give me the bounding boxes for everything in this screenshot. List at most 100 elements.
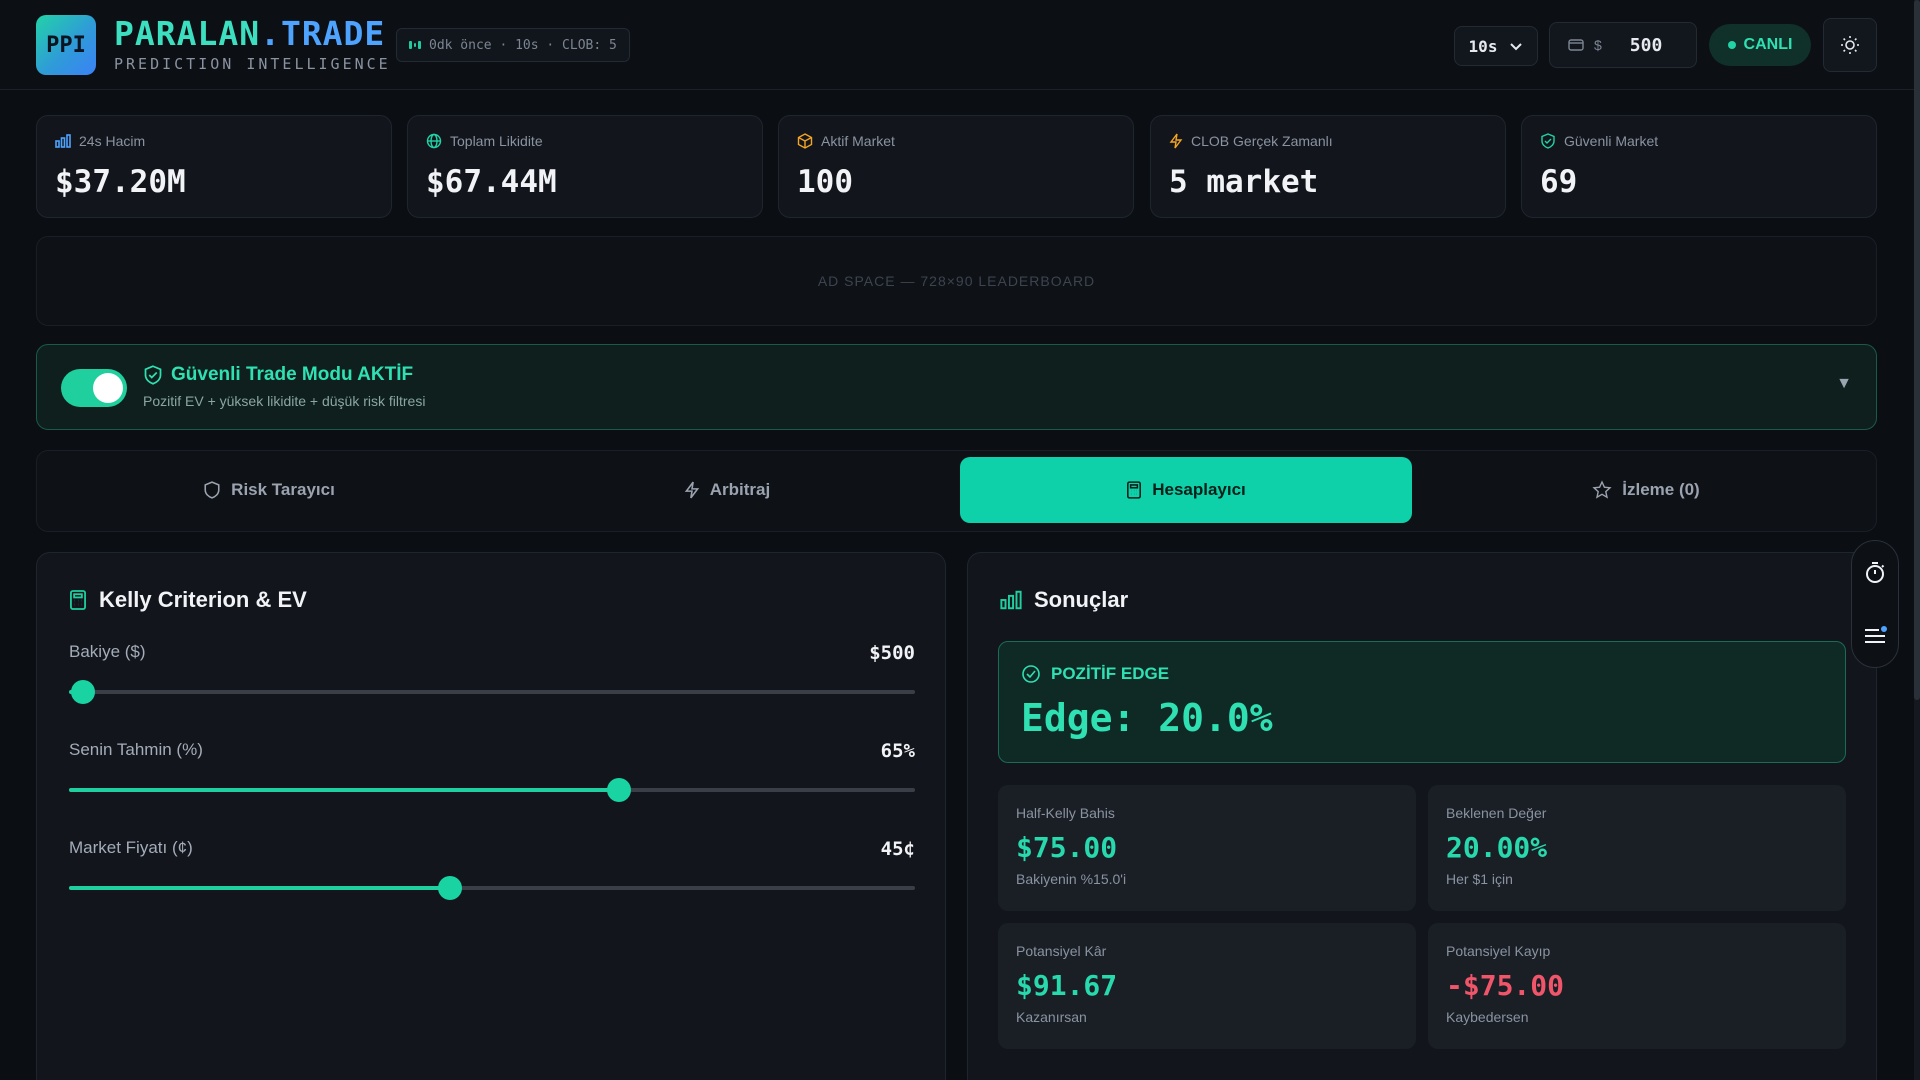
results-panel: Sonuçlar POZİTİF EDGE Edge: 20.0% Half-K… <box>967 552 1877 1080</box>
stat-label: Güvenli Market <box>1564 133 1659 149</box>
card-sub: Kazanırsan <box>1016 1009 1087 1025</box>
slider-value: $500 <box>869 642 915 664</box>
stat-label: 24s Hacim <box>79 133 146 149</box>
kelly-panel: Kelly Criterion & EV Bakiye ($) $500 Sen… <box>36 552 946 1080</box>
slider-fill <box>69 886 450 890</box>
theme-toggle-button[interactable] <box>1823 18 1877 72</box>
status-indicator: 0dk önce · 10s · CLOB: 5 <box>396 28 630 62</box>
slider-track[interactable] <box>69 778 915 802</box>
logo[interactable]: PPI <box>36 15 96 75</box>
box-icon <box>797 133 813 149</box>
stat-card-active-markets: Aktif Market 100 <box>778 115 1134 218</box>
slider-label: Market Fiyatı (¢) <box>69 838 193 857</box>
slider-value: 45¢ <box>880 838 915 860</box>
card-value: $91.67 <box>1016 969 1118 1002</box>
result-card-half-kelly: Half-Kelly Bahis $75.00 Bakiyenin %15.0'… <box>998 785 1416 911</box>
tab-label: Arbitraj <box>709 480 771 499</box>
tab-bar: Risk Tarayıcı Arbitraj Hesaplayıcı İzlem… <box>36 450 1877 532</box>
bar-chart-icon <box>55 134 71 148</box>
lightning-icon <box>684 481 699 499</box>
bar-chart-icon <box>1000 590 1022 610</box>
stat-card-volume: 24s Hacim $37.20M <box>36 115 392 218</box>
tab-label: İzleme (0) <box>1622 480 1700 499</box>
tab-label: Hesaplayıcı <box>1152 480 1246 499</box>
result-card-potential-loss: Potansiyel Kayıp -$75.00 Kaybedersen <box>1428 923 1846 1049</box>
tab-watchlist[interactable]: İzleme (0) <box>1420 457 1872 523</box>
card-sub: Kaybedersen <box>1446 1009 1529 1025</box>
brand-title: PARALAN.TRADE <box>114 14 385 53</box>
sun-icon <box>1841 36 1859 54</box>
menu-icon[interactable] <box>1862 624 1888 648</box>
slider-value: 65% <box>880 740 915 762</box>
globe-icon <box>426 133 442 149</box>
slider-track[interactable] <box>69 680 915 704</box>
shield-check-icon <box>1541 133 1555 149</box>
result-card-potential-profit: Potansiyel Kâr $91.67 Kazanırsan <box>998 923 1416 1049</box>
top-header: PPI PARALAN.TRADE PREDICTION INTELLIGENC… <box>0 0 1914 90</box>
stat-label: CLOB Gerçek Zamanlı <box>1191 133 1333 149</box>
calculator-icon <box>70 590 86 610</box>
page-scrollbar[interactable] <box>1914 0 1920 1080</box>
stat-value: 5 market <box>1169 164 1319 200</box>
slider-thumb[interactable] <box>437 876 462 900</box>
balance-currency: $ <box>1594 37 1602 53</box>
stat-card-clob: CLOB Gerçek Zamanlı 5 market <box>1150 115 1506 218</box>
safe-mode-toggle[interactable] <box>61 369 127 407</box>
stat-label: Aktif Market <box>821 133 895 149</box>
live-badge[interactable]: CANLI <box>1709 24 1811 66</box>
chevron-down-icon <box>1510 43 1523 51</box>
status-text: 0dk önce · 10s · CLOB: 5 <box>429 37 617 53</box>
safe-trade-mode-banner[interactable]: Güvenli Trade Modu AKTİF Pozitif EV + yü… <box>36 344 1877 430</box>
card-value: $75.00 <box>1016 831 1118 864</box>
brand-name: PARALAN <box>114 14 261 53</box>
card-value: -$75.00 <box>1446 969 1565 1002</box>
live-label: CANLI <box>1743 36 1793 53</box>
slider-thumb[interactable] <box>606 778 631 802</box>
stat-value: $37.20M <box>55 164 186 200</box>
brand-subtitle: PREDICTION INTELLIGENCE <box>114 55 391 73</box>
tab-calculator[interactable]: Hesaplayıcı <box>960 457 1412 523</box>
star-icon <box>1592 480 1612 499</box>
chevron-down-icon[interactable]: ▼ <box>1836 375 1852 393</box>
card-label: Potansiyel Kayıp <box>1446 943 1551 959</box>
live-dot-icon <box>1727 41 1736 49</box>
card-label: Half-Kelly Bahis <box>1016 805 1115 821</box>
wallet-icon <box>1568 39 1584 51</box>
check-circle-icon <box>1022 665 1040 683</box>
safe-mode-subtitle: Pozitif EV + yüksek likidite + düşük ris… <box>143 393 426 409</box>
slider-thumb[interactable] <box>71 680 96 704</box>
calculator-icon <box>1127 481 1142 499</box>
ad-space[interactable]: AD SPACE — 728×90 LEADERBOARD <box>36 236 1877 326</box>
interval-select[interactable]: 10s <box>1454 26 1538 66</box>
brand-suffix: .TRADE <box>260 14 386 53</box>
stopwatch-icon[interactable] <box>1863 561 1887 585</box>
card-value: 20.00% <box>1446 831 1548 864</box>
result-card-expected-value: Beklenen Değer 20.00% Her $1 için <box>1428 785 1846 911</box>
scrollbar-thumb[interactable] <box>1914 0 1920 700</box>
edge-label: POZİTİF EDGE <box>1051 664 1170 683</box>
kelly-title: Kelly Criterion & EV <box>99 587 307 612</box>
shield-check-icon <box>144 365 162 385</box>
stat-card-safe-markets: Güvenli Market 69 <box>1521 115 1877 218</box>
toggle-knob <box>93 373 123 403</box>
edge-value: Edge: 20.0% <box>1021 696 1273 740</box>
balance-field[interactable]: $ 500 <box>1549 22 1697 68</box>
tab-arbitrage[interactable]: Arbitraj <box>501 457 953 523</box>
slider-label: Senin Tahmin (%) <box>69 740 203 759</box>
card-label: Beklenen Değer <box>1446 805 1547 821</box>
stat-label: Toplam Likidite <box>450 133 543 149</box>
signal-icon <box>409 41 422 49</box>
balance-value[interactable]: 500 <box>1630 35 1663 56</box>
safe-mode-title: Güvenli Trade Modu AKTİF <box>171 364 414 385</box>
stat-value: 69 <box>1540 164 1578 200</box>
slider-fill <box>69 788 619 792</box>
tab-label: Risk Tarayıcı <box>231 480 335 499</box>
tab-risk-scanner[interactable]: Risk Tarayıcı <box>43 457 495 523</box>
stat-value: 100 <box>797 164 853 200</box>
card-label: Potansiyel Kâr <box>1016 943 1107 959</box>
edge-box: POZİTİF EDGE Edge: 20.0% <box>998 641 1846 763</box>
stat-value: $67.44M <box>426 164 557 200</box>
slider-track[interactable] <box>69 876 915 900</box>
stat-card-liquidity: Toplam Likidite $67.44M <box>407 115 763 218</box>
lightning-icon <box>1169 133 1183 149</box>
